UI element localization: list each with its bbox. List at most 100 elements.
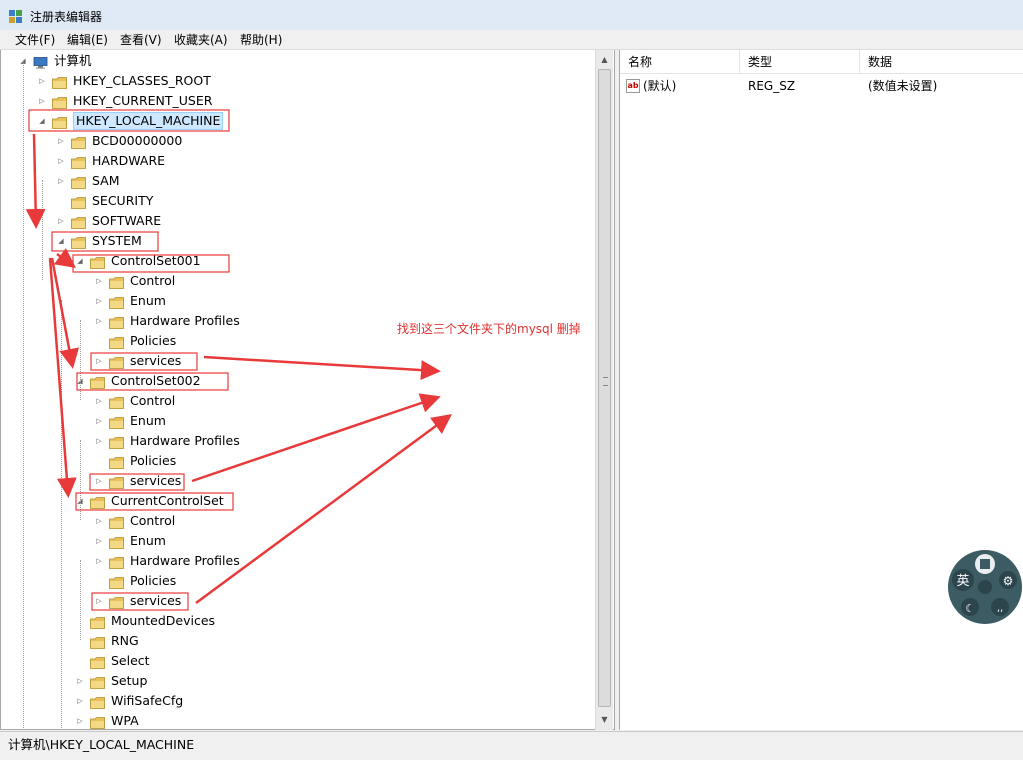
menu-bar: 文件(F) 编辑(E) 查看(V) 收藏夹(A) 帮助(H) [0,30,1023,50]
tree-node-label: SAM [92,173,120,188]
column-type[interactable]: 类型 [740,50,860,74]
tree-node-label: services [130,593,182,608]
tree-node-label: CurrentControlSet [111,493,224,508]
tree-node-label: SECURITY [92,193,154,208]
values-list[interactable]: 名称 类型 数据 ab (默认) REG_SZ (数值未设置) [619,50,1023,730]
menu-help[interactable]: 帮助(H) [237,32,285,48]
menu-file[interactable]: 文件(F) [12,32,58,48]
computer-icon [33,55,48,69]
folder-icon [90,675,105,689]
collapsed-triangle-icon[interactable]: ▷ [95,417,103,425]
collapsed-triangle-icon[interactable]: ▷ [76,717,84,725]
expanded-triangle-icon[interactable]: ◢ [38,117,46,125]
folder-icon [109,455,124,469]
folder-icon [71,235,86,249]
grip-icon [603,377,608,386]
scroll-up-arrow-icon[interactable]: ▲ [596,51,613,68]
menu-favorites[interactable]: 收藏夹(A) [171,32,231,48]
tree-node-label: HKEY_CURRENT_USER [73,93,213,108]
collapsed-triangle-icon[interactable]: ▷ [95,317,103,325]
collapsed-triangle-icon[interactable]: ▷ [95,277,103,285]
collapsed-triangle-icon[interactable]: ▷ [38,77,46,85]
folder-icon [109,515,124,529]
value-data: (数值未设置) [868,79,938,93]
tree-node-label: Enum [130,293,166,308]
expanded-triangle-icon[interactable]: ◢ [57,237,65,245]
tree-node-label: Policies [130,573,177,588]
collapsed-triangle-icon[interactable]: ▷ [95,537,103,545]
tree-connector-line [23,60,24,729]
collapsed-triangle-icon[interactable]: ▷ [38,97,46,105]
folder-icon [90,375,105,389]
folder-icon [71,155,86,169]
collapsed-triangle-icon[interactable]: ▷ [57,217,65,225]
collapsed-triangle-icon[interactable]: ▷ [95,357,103,365]
column-name[interactable]: 名称 [620,50,740,74]
tree-node-label: ControlSet001 [111,253,201,268]
collapsed-triangle-icon[interactable]: ▷ [95,437,103,445]
tree-node-label: SYSTEM [92,233,142,248]
tree-node-label: HKEY_LOCAL_MACHINE [73,112,224,130]
column-data[interactable]: 数据 [860,50,1023,74]
folder-icon [71,135,86,149]
tree-node-label: HARDWARE [92,153,166,168]
svg-text:☾: ☾ [965,602,975,615]
tree-node-label: Hardware Profiles [130,553,240,568]
tree-node-label: HKEY_CLASSES_ROOT [73,73,211,88]
list-header: 名称 类型 数据 [620,50,1023,74]
value-name: (默认) [643,79,677,93]
collapsed-triangle-icon[interactable]: ▷ [95,477,103,485]
collapsed-triangle-icon[interactable]: ▷ [57,137,65,145]
svg-text:,,: ,, [997,603,1003,614]
tree-node-label: RNG [111,633,139,648]
collapsed-triangle-icon[interactable]: ▷ [95,397,103,405]
collapsed-triangle-icon[interactable]: ▷ [95,297,103,305]
value-type: REG_SZ [748,79,796,93]
status-bar: 计算机\HKEY_LOCAL_MACHINE [0,731,1023,760]
tree-scrollbar[interactable]: ▲ ▼ [595,50,613,730]
tree-node-label: MountedDevices [111,613,216,628]
folder-icon [109,275,124,289]
folder-icon [52,115,67,129]
annotation-note: 找到这三个文件夹下的mysql 删掉 [397,322,581,336]
collapsed-triangle-icon[interactable]: ▷ [95,517,103,525]
tree-node-label: Hardware Profiles [130,433,240,448]
menu-view[interactable]: 查看(V) [117,32,165,48]
tree-node-label: WPA [111,713,139,728]
scroll-down-arrow-icon[interactable]: ▼ [596,711,613,728]
folder-icon [109,535,124,549]
collapsed-triangle-icon[interactable]: ▷ [57,177,65,185]
list-item[interactable]: ab (默认) REG_SZ (数值未设置) [620,76,1023,96]
tree-node-label: Enum [130,413,166,428]
tree-node-label: 计算机 [54,53,92,68]
menu-edit[interactable]: 编辑(E) [64,32,111,48]
folder-icon [109,295,124,309]
tree-node-label: services [130,473,182,488]
registry-tree[interactable]: ◢ 计算机 ▷ HKEY_CLASSES_ROOT ▷ HKEY_CURRENT_USER… [0,50,615,730]
tree-connector-line [61,300,62,729]
tree-connector-line [80,560,81,640]
tree-node-label: services [130,353,182,368]
folder-icon [109,575,124,589]
tree-node-label: Select [111,653,150,668]
tree-node-label: BCD00000000 [92,133,183,148]
folder-icon [109,475,124,489]
folder-icon [109,595,124,609]
collapsed-triangle-icon[interactable]: ▷ [76,697,84,705]
folder-icon [109,355,124,369]
tree-node-label: Policies [130,453,177,468]
regedit-app-icon [9,10,22,23]
ime-toolbar[interactable]: 英 ⚙ ☾ ,, [947,549,1023,625]
tree-node-label: ControlSet002 [111,373,201,388]
scroll-thumb[interactable] [598,69,611,707]
folder-icon [109,555,124,569]
collapsed-triangle-icon[interactable]: ▷ [57,157,65,165]
tree-node-label: Control [130,393,176,408]
collapsed-triangle-icon[interactable]: ▷ [95,557,103,565]
expanded-triangle-icon[interactable]: ◢ [76,257,84,265]
collapsed-triangle-icon[interactable]: ▷ [76,677,84,685]
tree-node-label: Enum [130,533,166,548]
ime-language-label[interactable]: 英 [956,574,969,589]
collapsed-triangle-icon[interactable]: ▷ [95,597,103,605]
folder-icon [109,335,124,349]
